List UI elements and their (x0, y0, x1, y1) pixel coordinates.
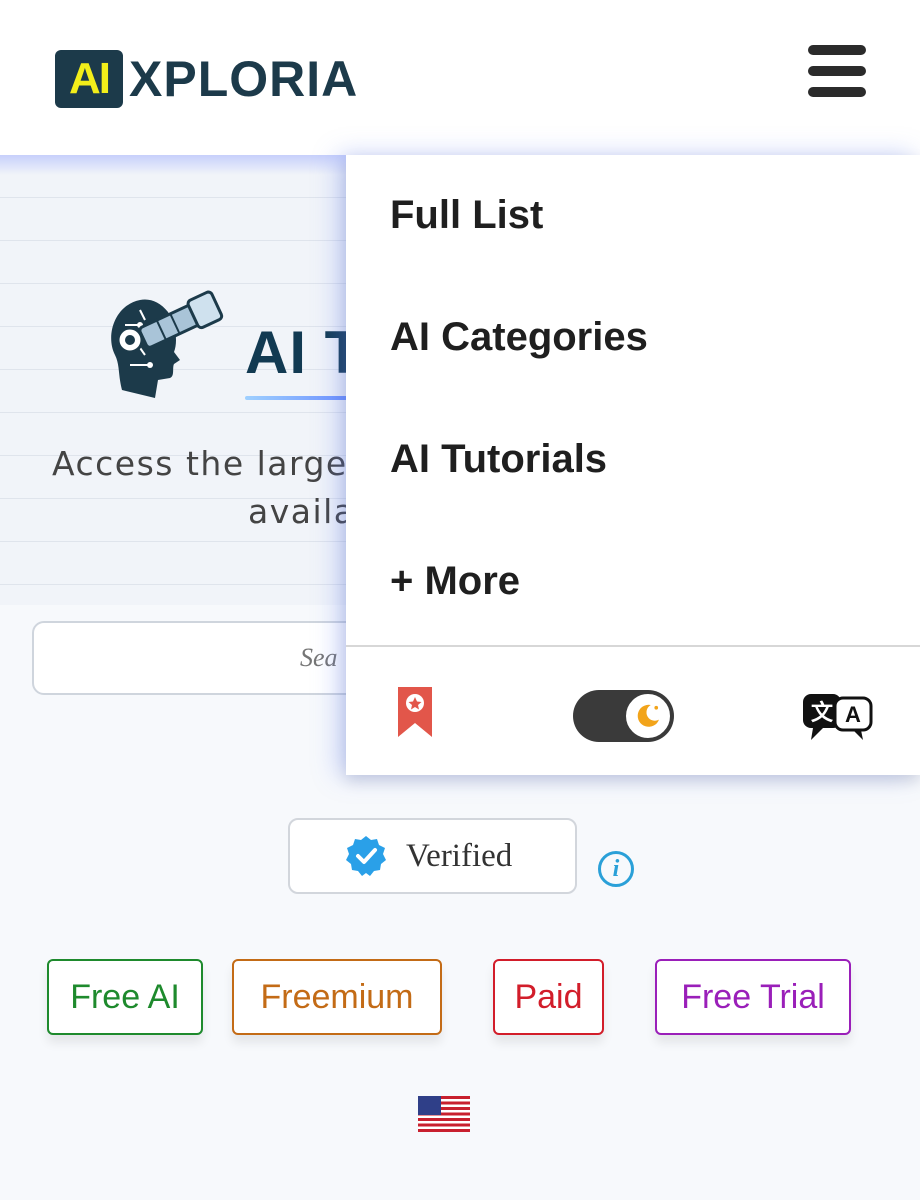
brand-underline (245, 396, 355, 400)
site-logo[interactable]: AI XPLORIA (55, 50, 358, 108)
logo-text: XPLORIA (129, 51, 359, 107)
menu-item-ai-tutorials[interactable]: AI Tutorials (390, 437, 607, 482)
tagline-line-1: Access the large (52, 444, 348, 483)
ai-telescope-head-icon (111, 290, 224, 398)
svg-text:A: A (845, 702, 861, 727)
info-icon[interactable]: i (598, 851, 634, 887)
filter-freemium-button[interactable]: Freemium (232, 959, 442, 1035)
moon-icon (637, 704, 659, 727)
verified-filter-button[interactable]: Verified (288, 818, 577, 894)
dark-mode-toggle[interactable] (573, 690, 674, 742)
us-flag-icon[interactable] (418, 1096, 470, 1132)
bookmark-icon[interactable] (396, 685, 434, 739)
filter-paid-button[interactable]: Paid (493, 959, 604, 1035)
dropdown-menu: Full List AI Categories AI Tutorials + M… (346, 155, 920, 775)
menu-item-more[interactable]: + More (390, 559, 520, 604)
filter-free-ai-button[interactable]: Free AI (47, 959, 203, 1035)
logo-badge: AI (55, 50, 123, 108)
toggle-knob (624, 692, 672, 740)
svg-text:文: 文 (811, 700, 834, 726)
hamburger-menu-icon[interactable] (808, 45, 866, 97)
translate-icon[interactable]: 文 A (801, 690, 873, 744)
verified-label: Verified (406, 837, 513, 874)
tagline-line-2: availa (248, 492, 356, 531)
filter-free-trial-button[interactable]: Free Trial (655, 959, 851, 1035)
brand-title: AI T (245, 319, 363, 386)
menu-item-ai-categories[interactable]: AI Categories (390, 315, 648, 360)
menu-divider (346, 645, 920, 647)
site-header: AI XPLORIA (0, 0, 920, 155)
verified-badge-icon (346, 836, 386, 876)
menu-item-full-list[interactable]: Full List (390, 193, 543, 238)
